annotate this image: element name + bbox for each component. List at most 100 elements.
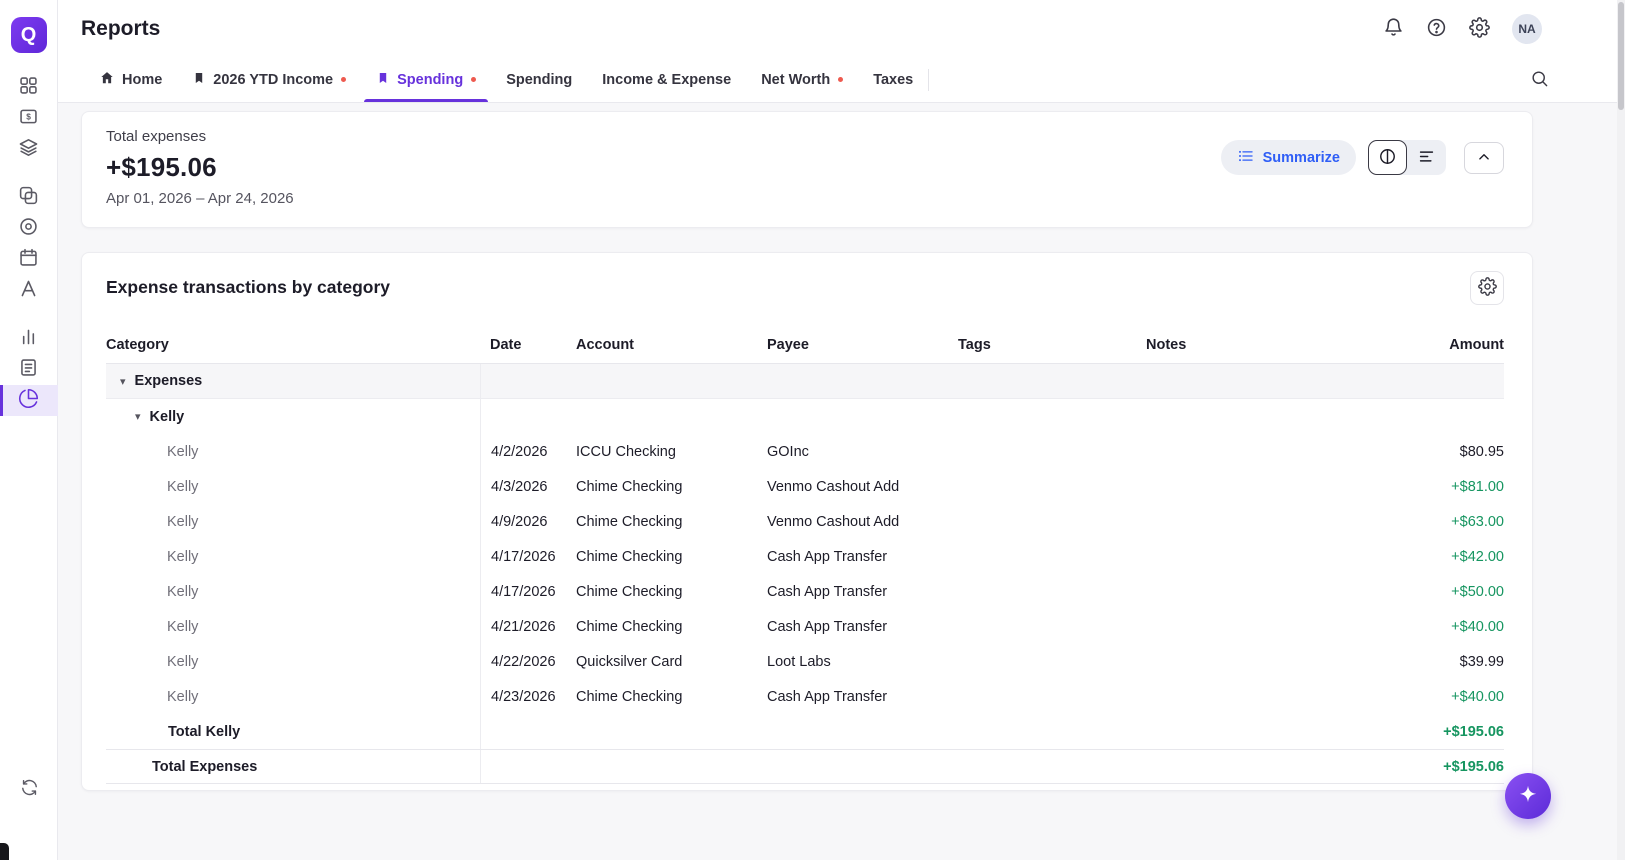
sidebar-item-goals[interactable] [0, 213, 58, 244]
tab-home[interactable]: Home [84, 58, 177, 102]
category-link[interactable]: Kelly [167, 584, 198, 600]
tab-spending[interactable]: Spending [491, 58, 587, 102]
cell-account: Chime Checking [576, 513, 683, 530]
bookmark-icon [192, 71, 206, 89]
sidebar-item-dashboard[interactable] [0, 72, 58, 103]
cell-account: Chime Checking [576, 618, 683, 635]
cell-account [576, 750, 767, 783]
cell-amount: +$195.06 [1443, 758, 1504, 775]
grid-icon [18, 75, 39, 101]
search-icon [1530, 69, 1549, 91]
gear-icon [1469, 17, 1490, 41]
report-tabs: Home 2026 YTD Income Spending Spending Incom… [58, 58, 1625, 103]
caret-down-icon[interactable]: ▾ [120, 376, 126, 387]
group-row[interactable]: ▾ Expenses [106, 364, 1504, 399]
category-link[interactable]: Kelly [167, 444, 198, 460]
sidebar-item-calendar[interactable] [0, 244, 58, 275]
cell-amount: +$40.00 [1451, 618, 1504, 635]
sidebar-item-watchlist[interactable] [0, 354, 58, 385]
cell-amount: $80.95 [1459, 443, 1504, 460]
tab-net-worth[interactable]: Net Worth [746, 58, 858, 102]
cell-date [480, 399, 576, 434]
table-settings-button[interactable] [1470, 271, 1504, 305]
cell-notes [1146, 750, 1306, 783]
cell-tags [958, 434, 1146, 469]
list-view-button[interactable] [1407, 140, 1446, 175]
cell-amount: +$40.00 [1451, 688, 1504, 705]
cell-tags [958, 539, 1146, 574]
cell-tags [958, 574, 1146, 609]
cell-category: Kelly [106, 644, 480, 679]
main-content: Total expenses +$195.06 Apr 01, 2026 – A… [58, 103, 1625, 860]
tab-2026-ytd-income[interactable]: 2026 YTD Income [177, 58, 361, 102]
home-icon [99, 70, 115, 90]
category-link[interactable]: Kelly [167, 479, 198, 495]
group-row[interactable]: ▾ Kelly [106, 399, 1504, 434]
page-title: Reports [81, 17, 161, 40]
chart-view-button[interactable] [1368, 140, 1407, 175]
cell-category: Total Expenses [106, 750, 480, 783]
app-logo[interactable]: Q [10, 17, 47, 53]
cell-notes [1146, 644, 1306, 679]
cell-date: 4/17/2026 [480, 574, 576, 609]
sidebar-item-reports[interactable] [0, 385, 58, 416]
help-button[interactable] [1426, 17, 1447, 41]
notifications-button[interactable] [1383, 17, 1404, 41]
sidebar-item-bills[interactable] [0, 134, 58, 165]
category-link[interactable]: Kelly [167, 549, 198, 565]
avatar[interactable]: NA [1512, 14, 1542, 44]
cell-category: Kelly [106, 609, 480, 644]
category-link[interactable]: Kelly [167, 689, 198, 705]
sidebar-item-sync[interactable] [0, 775, 58, 805]
assistant-fab[interactable] [1505, 773, 1551, 819]
cell-account [576, 714, 767, 749]
donut-chart-icon [1378, 147, 1397, 169]
search-button[interactable] [1530, 69, 1549, 91]
cell-account: ICCU Checking [576, 443, 676, 460]
tab-label: 2026 YTD Income [213, 72, 334, 88]
tab-label: Spending [397, 72, 464, 88]
scrollbar-thumb[interactable] [1618, 2, 1624, 110]
summary-date-range: Apr 01, 2026 – Apr 24, 2026 [106, 190, 294, 207]
summary-amount: +$195.06 [106, 152, 217, 182]
collapse-button[interactable] [1464, 142, 1504, 174]
cell-amount: +$195.06 [1443, 723, 1504, 740]
tab-spending[interactable]: Spending [361, 58, 491, 102]
cell-account: Chime Checking [576, 688, 683, 705]
transaction-row: Kelly 4/17/2026 Chime Checking Cash App Tra… [106, 539, 1504, 574]
cell-date: 4/17/2026 [480, 539, 576, 574]
cell-account [576, 399, 767, 434]
cell-account [576, 364, 767, 398]
cell-notes [1146, 504, 1306, 539]
cell-payee [767, 714, 958, 749]
unsaved-dot [838, 76, 844, 82]
total-row: Total Expenses +$195.06 [106, 749, 1504, 784]
cell-account: Chime Checking [576, 583, 683, 600]
tab-taxes[interactable]: Taxes [858, 58, 928, 102]
cell-account: Chime Checking [576, 478, 683, 495]
sidebar-item-investments[interactable] [0, 323, 58, 354]
overlap-icon [18, 185, 39, 211]
sidebar-item-accounts[interactable] [0, 182, 58, 213]
sidebar-item-transactions[interactable]: $ [0, 103, 58, 134]
cell-notes [1146, 609, 1306, 644]
sidebar: Q $ [0, 0, 58, 860]
category-link[interactable]: Kelly [167, 514, 198, 530]
tab-label: Home [122, 72, 163, 88]
summary-label: Total expenses [106, 128, 207, 145]
sidebar-item-advice[interactable] [0, 275, 58, 306]
cell-payee: GOInc [767, 443, 809, 460]
cell-tags [958, 714, 1146, 749]
cell-date: 4/3/2026 [480, 469, 576, 504]
settings-button[interactable] [1469, 17, 1490, 41]
tab-income-expense[interactable]: Income & Expense [587, 58, 746, 102]
summary-info: Total expenses +$195.06 Apr 01, 2026 – A… [106, 128, 294, 207]
summarize-icon [1237, 147, 1255, 169]
total-row: Total Kelly +$195.06 [106, 714, 1504, 749]
category-link[interactable]: Kelly [167, 619, 198, 635]
caret-down-icon[interactable]: ▾ [135, 411, 141, 422]
category-link[interactable]: Kelly [167, 654, 198, 670]
summarize-button[interactable]: Summarize [1220, 140, 1356, 175]
cell-payee: Cash App Transfer [767, 548, 888, 565]
cell-account: Quicksilver Card [576, 653, 683, 670]
